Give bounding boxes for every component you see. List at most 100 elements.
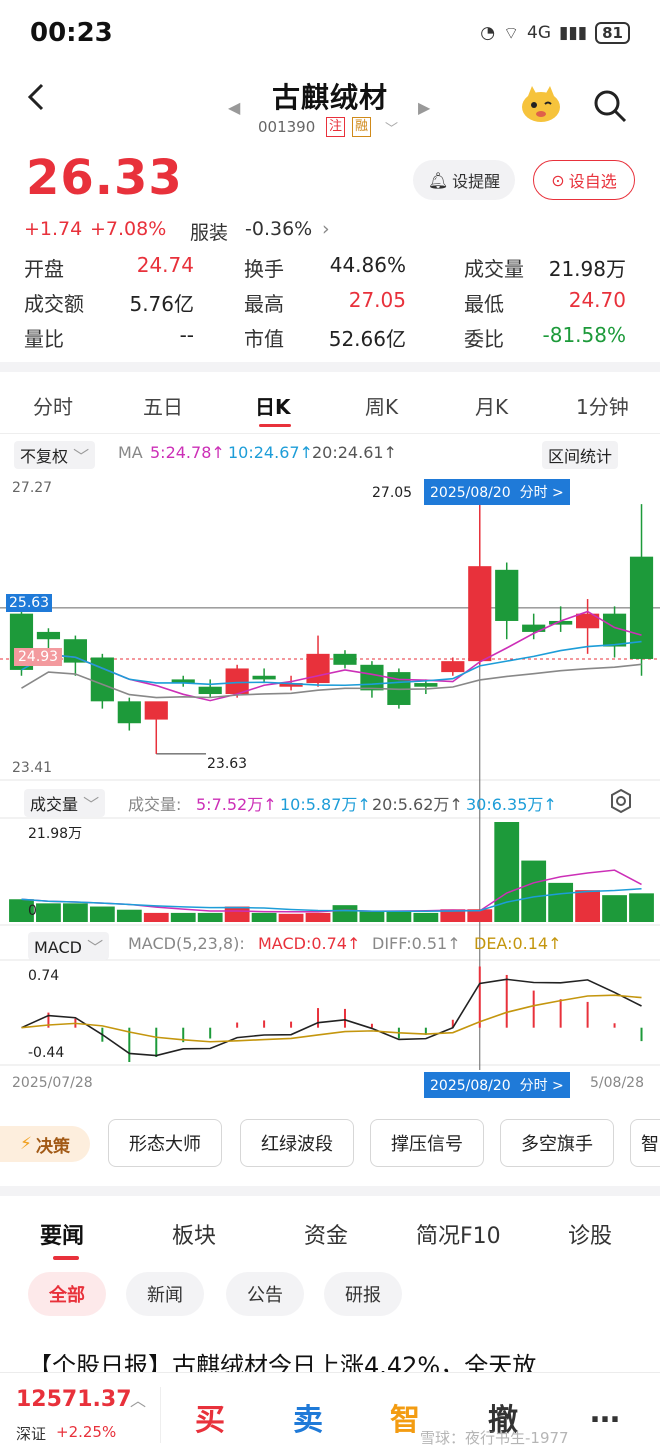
settings-icon[interactable] (608, 788, 634, 814)
ma10-value: 10:24.67↑ (228, 443, 313, 462)
index-value[interactable]: 12571.37 (16, 1387, 132, 1412)
intraday-link[interactable]: 分时 > (520, 1078, 564, 1094)
stat-label: 最低 (464, 292, 504, 316)
buy-button[interactable]: 买 (195, 1395, 225, 1439)
decision-tool-button[interactable]: 智 (630, 1119, 660, 1167)
macd-params: MACD(5,23,8): (128, 934, 245, 953)
decision-tool-label: 多空旗手 (521, 1134, 593, 1155)
candle (333, 653, 357, 665)
news-tab[interactable]: 简况F10 (416, 1218, 501, 1250)
stock-header: 古麒绒材 ◀ ▶ 001390 注 融 ﹀ (0, 70, 660, 150)
volume-zero: 0 (28, 903, 37, 919)
candle (360, 664, 384, 691)
more-button[interactable]: … (590, 1395, 620, 1430)
news-chip[interactable]: 公告 (226, 1272, 304, 1316)
search-icon[interactable] (592, 88, 628, 124)
macd-value: MACD:0.74↑ (258, 934, 361, 953)
ma-label: MA (118, 443, 143, 462)
tab-2[interactable]: 日K (255, 391, 291, 420)
news-tab[interactable]: 要闻 (40, 1218, 84, 1250)
candle (225, 668, 249, 695)
sector-change[interactable]: -0.36% (245, 218, 312, 240)
dea-line (21, 994, 642, 1043)
volume-bar (36, 903, 61, 922)
price-change: +1.74 (24, 218, 83, 240)
news-chip[interactable]: 研报 (324, 1272, 402, 1316)
candle (629, 556, 654, 659)
stat-label: 成交量 (464, 257, 524, 281)
decision-tool-button[interactable]: 红绿波段 (240, 1119, 354, 1167)
macd-select[interactable]: MACD ﹀ (28, 932, 110, 960)
volume-bar (251, 912, 277, 922)
volume-bar (224, 906, 250, 922)
lightning-icon: ⚡ (20, 1134, 32, 1154)
mascot-icon[interactable] (518, 84, 564, 124)
decision-tool-button[interactable]: 多空旗手 (500, 1119, 614, 1167)
tab-0[interactable]: 分时 (33, 391, 73, 420)
adjust-select[interactable]: 不复权 ﹀ (14, 441, 96, 469)
adjust-label: 不复权 (20, 447, 69, 466)
stat-value: 44.86% (329, 253, 406, 277)
chevron-right-icon[interactable]: › (322, 218, 330, 240)
decision-badge[interactable]: ⚡ 决策 (0, 1126, 90, 1162)
news-tab[interactable]: 资金 (304, 1218, 348, 1250)
decision-label: 决策 (35, 1136, 70, 1157)
tab-4[interactable]: 月K (475, 391, 508, 420)
volume-select[interactable]: 成交量 ﹀ (24, 789, 106, 817)
intraday-link[interactable]: 分时 > (520, 485, 564, 501)
volume-bar (629, 893, 654, 922)
add-watchlist-button[interactable]: ⊙ 设自选 (533, 160, 635, 200)
decision-tool-button[interactable]: 撑压信号 (370, 1119, 484, 1167)
candle (63, 639, 87, 663)
cursor-date-badge[interactable]: 2025/08/20 分时 > (424, 479, 570, 505)
tab-5[interactable]: 1分钟 (576, 391, 629, 420)
news-chip[interactable]: 新闻 (126, 1272, 204, 1316)
tab-3[interactable]: 周K (365, 391, 398, 420)
next-stock-icon[interactable]: ▶ (418, 98, 430, 117)
sell-button[interactable]: 卖 (293, 1395, 323, 1439)
y-axis-top: 27.27 (12, 480, 53, 496)
crosshair-price: 25.63 (6, 594, 53, 612)
stock-code: 001390 (258, 118, 316, 136)
vol-ma30: 30:6.35万↑ (466, 795, 557, 814)
speed-icon: ◔ (480, 23, 496, 43)
smart-button[interactable]: 智 (390, 1395, 420, 1439)
volume-bar (602, 895, 627, 922)
chevron-down-icon: ﹀ (83, 795, 100, 814)
chevron-down-icon[interactable]: ﹀ (385, 118, 398, 137)
decision-tool-label: 撑压信号 (391, 1134, 463, 1155)
chevron-up-icon[interactable]: ︿ (130, 1387, 146, 1411)
news-tab[interactable]: 板块 (172, 1218, 216, 1250)
dea-value: DEA:0.14↑ (474, 934, 562, 953)
volume-bar (143, 912, 169, 922)
cursor-date-badge-bottom[interactable]: 2025/08/20 分时 > (424, 1072, 570, 1098)
volume-max: 21.98万 (28, 826, 83, 842)
tab-1[interactable]: 五日 (143, 391, 183, 420)
divider (0, 433, 660, 434)
volume-bar (197, 912, 223, 922)
macd-top: 0.74 (28, 968, 60, 984)
kline-chart[interactable] (0, 470, 660, 1100)
chevron-down-icon: ﹀ (87, 938, 104, 957)
decision-tool-label: 智 (641, 1134, 659, 1155)
volume-bar (170, 912, 196, 922)
registration-badge: 注 (326, 117, 346, 137)
stat-value: -- (179, 323, 194, 347)
set-alert-button[interactable]: 🔔︎ 设提醒 (413, 160, 515, 200)
chevron-down-icon: ﹀ (73, 447, 90, 466)
chat-icon: ⊙ (551, 170, 565, 190)
range-stats-button[interactable]: 区间统计 (542, 441, 619, 469)
sector-name[interactable]: 服装 (190, 218, 228, 245)
network-label: 4G (527, 23, 552, 43)
vol-ma10: 10:5.87万↑ (280, 795, 371, 814)
vol-ma20: 20:5.62万↑ (372, 795, 463, 814)
candle (441, 661, 465, 673)
candle (144, 701, 168, 720)
volume-bar (575, 890, 601, 922)
decision-tool-button[interactable]: 形态大师 (108, 1119, 222, 1167)
stat-value: -81.58% (542, 323, 626, 347)
bottom-trade-bar: 12571.37 ︿ 深证 +2.25% 买 卖 智 撤 … 雪球：夜行书生-1… (0, 1372, 660, 1456)
news-tab[interactable]: 诊股 (568, 1218, 612, 1250)
news-chip[interactable]: 全部 (28, 1272, 106, 1316)
prev-stock-icon[interactable]: ◀ (228, 98, 240, 117)
